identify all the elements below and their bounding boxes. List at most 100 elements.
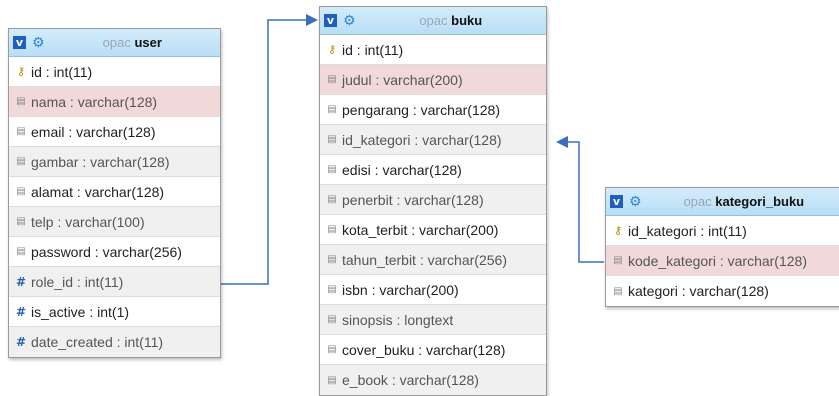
- relation-kategori-to-buku-id-kategori: [567, 141, 604, 263]
- table-name: kategori_buku: [715, 194, 805, 209]
- table-header[interactable]: v ⚙ opac user: [9, 29, 220, 57]
- column-row[interactable]: ⚷ id : int(11): [320, 35, 546, 65]
- column-row[interactable]: # is_active : int(1): [9, 297, 220, 327]
- table-header[interactable]: v ⚙ opac buku: [320, 7, 546, 35]
- column-label: isbn : varchar(200): [342, 281, 459, 298]
- column-icon: ▤: [327, 134, 337, 145]
- column-row[interactable]: ▤ judul : varchar(200): [320, 65, 546, 95]
- column-label: id : int(11): [342, 41, 404, 58]
- column-label: password : varchar(256): [31, 243, 182, 260]
- column-label: sinopsis : longtext: [342, 311, 454, 328]
- column-row[interactable]: ▤ password : varchar(256): [9, 237, 220, 267]
- table-name: user: [134, 35, 162, 50]
- column-icon: ▤: [16, 246, 26, 257]
- column-label: pengarang : varchar(128): [342, 101, 500, 118]
- column-label: is_active : int(1): [31, 303, 130, 320]
- column-label: date_created : int(11): [31, 334, 164, 350]
- table-header[interactable]: v ⚙ opac kategori_buku: [606, 188, 839, 216]
- column-row[interactable]: ▤ isbn : varchar(200): [320, 275, 546, 305]
- column-row[interactable]: # date_created : int(11): [9, 327, 220, 357]
- key-icon: ⚷: [613, 224, 623, 237]
- column-row[interactable]: ⚷ id_kategori : int(11): [606, 216, 839, 246]
- column-row[interactable]: ▤ tahun_terbit : varchar(256): [320, 245, 546, 275]
- key-icon: ⚷: [16, 65, 26, 78]
- column-icon: ▤: [327, 194, 337, 205]
- key-icon: ⚷: [327, 43, 337, 56]
- column-row[interactable]: ▤ kota_terbit : varchar(200): [320, 215, 546, 245]
- view-toggle-icon[interactable]: v: [610, 195, 623, 208]
- column-icon: ▤: [613, 255, 623, 266]
- column-icon: ▤: [327, 74, 337, 85]
- column-icon: ▤: [327, 254, 337, 265]
- column-icon: ▤: [327, 374, 337, 386]
- gear-icon[interactable]: ⚙: [32, 36, 45, 50]
- table-name: buku: [451, 13, 483, 28]
- column-label: role_id : int(11): [31, 273, 124, 290]
- column-label: email : varchar(128): [31, 123, 156, 140]
- column-row[interactable]: ▤ sinopsis : longtext: [320, 305, 546, 335]
- table-buku[interactable]: v ⚙ opac buku ⚷ id : int(11) ▤ judul : varc…: [319, 6, 547, 396]
- column-row[interactable]: ▤ alamat : varchar(128): [9, 177, 220, 207]
- table-user[interactable]: v ⚙ opac user ⚷ id : int(11) ▤ nama : varch…: [8, 28, 221, 358]
- column-icon: ▤: [327, 284, 337, 295]
- column-icon: ▤: [16, 126, 26, 137]
- column-row[interactable]: ▤ cover_buku : varchar(128): [320, 335, 546, 365]
- column-label: e_book : varchar(128): [342, 372, 479, 388]
- column-row[interactable]: ▤ email : varchar(128): [9, 117, 220, 147]
- view-toggle-icon[interactable]: v: [13, 36, 26, 49]
- column-label: edisi : varchar(128): [342, 161, 462, 178]
- column-icon: ▤: [327, 224, 337, 235]
- column-row[interactable]: ▤ kode_kategori : varchar(128): [606, 246, 839, 276]
- column-list: ⚷ id : int(11) ▤ judul : varchar(200) ▤ penga…: [320, 35, 546, 395]
- table-title: opac buku: [356, 13, 546, 28]
- column-icon: ▤: [16, 96, 26, 107]
- column-label: id_kategori : varchar(128): [342, 131, 502, 148]
- database-name: opac: [419, 13, 448, 28]
- numeric-icon: #: [15, 304, 27, 319]
- table-title: opac kategori_buku: [642, 194, 839, 209]
- column-row[interactable]: ▤ id_kategori : varchar(128): [320, 125, 546, 155]
- column-row[interactable]: ▤ nama : varchar(128): [9, 87, 220, 117]
- column-label: gambar : varchar(128): [31, 153, 170, 170]
- column-row[interactable]: ⚷ id : int(11): [9, 57, 220, 87]
- column-row[interactable]: ▤ penerbit : varchar(128): [320, 185, 546, 215]
- column-label: judul : varchar(200): [342, 71, 463, 88]
- column-icon: ▤: [16, 186, 26, 197]
- database-name: opac: [102, 35, 131, 50]
- column-label: nama : varchar(128): [31, 93, 158, 110]
- column-icon: ▤: [16, 156, 26, 167]
- arrowhead-icon: [306, 14, 318, 26]
- table-title: opac user: [45, 35, 220, 50]
- column-row[interactable]: ▤ kategori : varchar(128): [606, 276, 839, 306]
- view-toggle-icon[interactable]: v: [324, 14, 337, 27]
- column-label: alamat : varchar(128): [31, 183, 165, 200]
- column-label: kategori : varchar(128): [628, 283, 769, 299]
- column-label: telp : varchar(100): [31, 213, 145, 230]
- column-row[interactable]: ▤ e_book : varchar(128): [320, 365, 546, 395]
- numeric-icon: #: [15, 274, 27, 289]
- column-label: id : int(11): [31, 63, 93, 80]
- column-row[interactable]: ▤ pengarang : varchar(128): [320, 95, 546, 125]
- column-label: kota_terbit : varchar(200): [342, 221, 499, 238]
- column-icon: ▤: [327, 344, 337, 355]
- numeric-icon: #: [15, 335, 27, 349]
- column-row[interactable]: # role_id : int(11): [9, 267, 220, 297]
- column-label: penerbit : varchar(128): [342, 191, 484, 208]
- column-label: kode_kategori : varchar(128): [628, 252, 807, 269]
- column-label: cover_buku : varchar(128): [342, 341, 506, 358]
- column-row[interactable]: ▤ telp : varchar(100): [9, 207, 220, 237]
- column-label: tahun_terbit : varchar(256): [342, 251, 507, 268]
- database-name: opac: [683, 194, 712, 209]
- gear-icon[interactable]: ⚙: [629, 195, 642, 209]
- column-icon: ▤: [327, 104, 337, 115]
- column-icon: ▤: [613, 285, 623, 297]
- column-row[interactable]: ▤ gambar : varchar(128): [9, 147, 220, 177]
- column-list: ⚷ id : int(11) ▤ nama : varchar(128) ▤ email …: [9, 57, 220, 357]
- relation-user-role-id-to-buku: [219, 19, 308, 285]
- table-kategori-buku[interactable]: v ⚙ opac kategori_buku ⚷ id_kategori : in…: [605, 187, 839, 307]
- column-list: ⚷ id_kategori : int(11) ▤ kode_kategori : v…: [606, 216, 839, 306]
- column-label: id_kategori : int(11): [628, 222, 747, 239]
- column-row[interactable]: ▤ edisi : varchar(128): [320, 155, 546, 185]
- column-icon: ▤: [327, 314, 337, 325]
- gear-icon[interactable]: ⚙: [343, 14, 356, 28]
